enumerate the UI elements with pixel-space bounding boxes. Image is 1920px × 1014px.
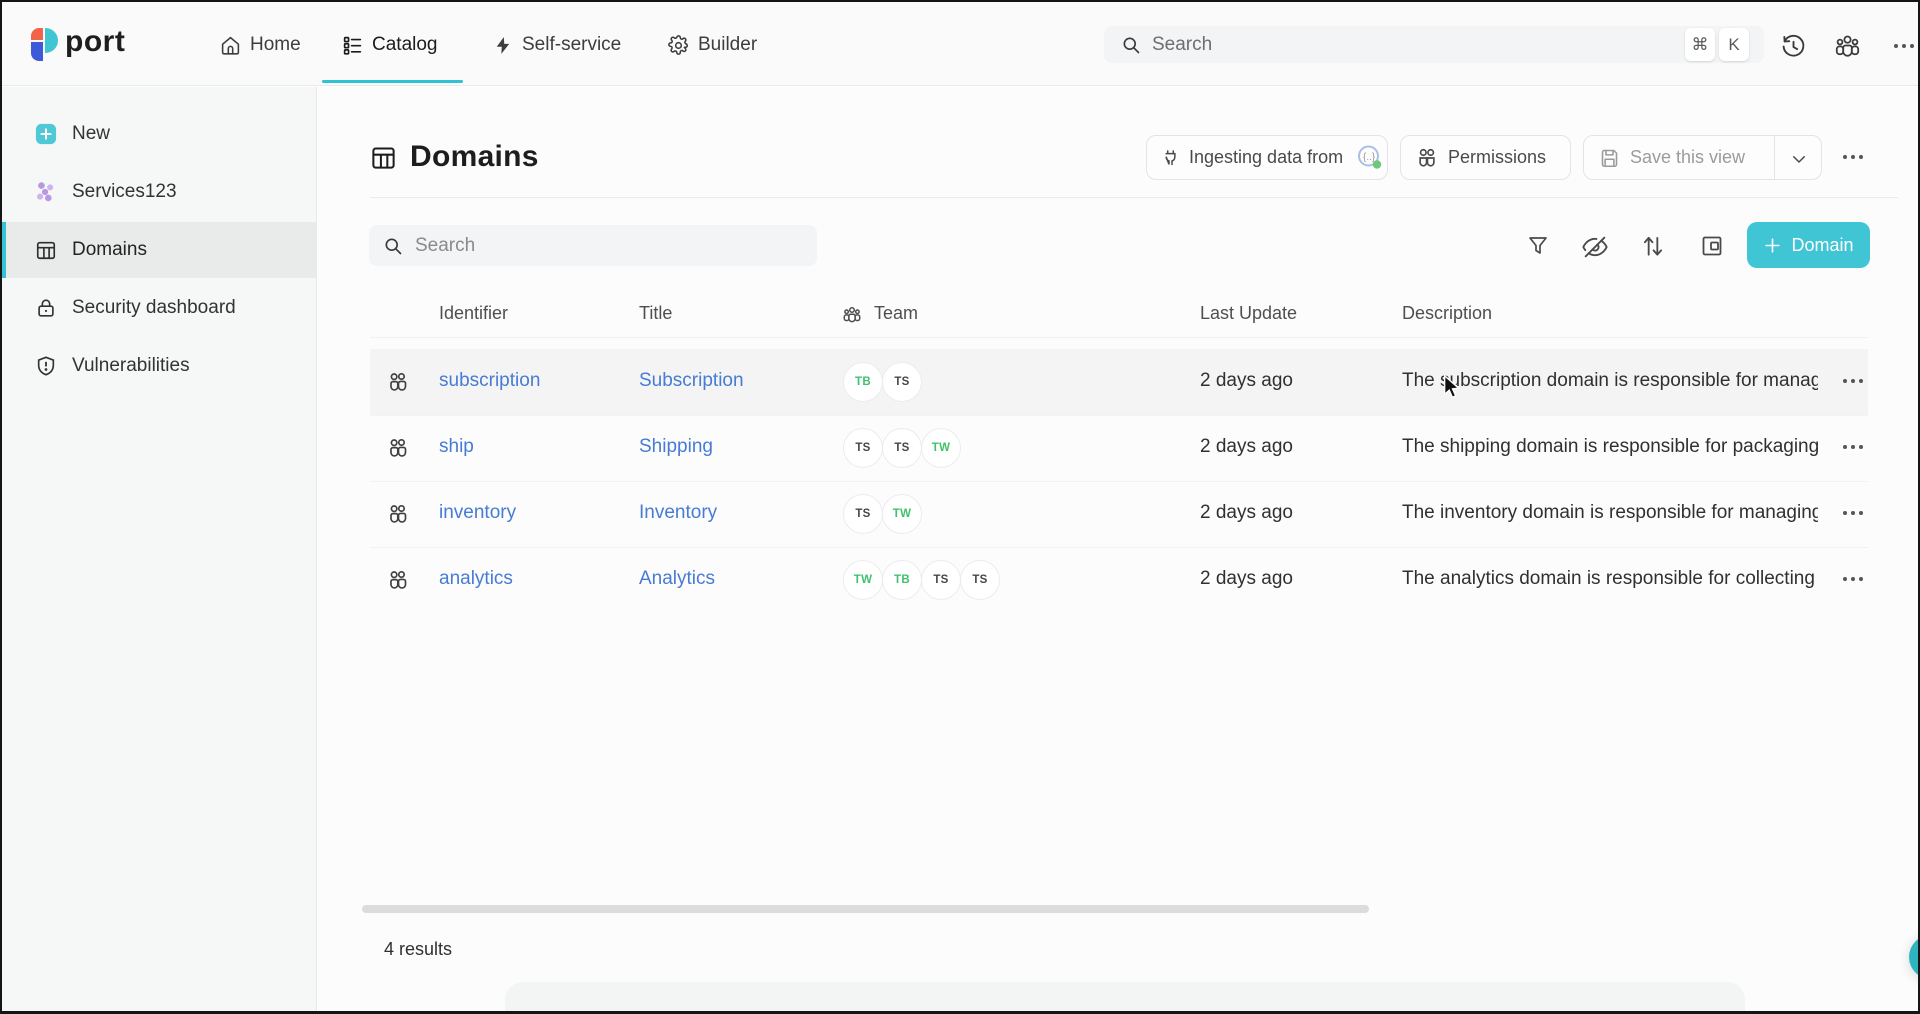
svg-text:{..}: {..}	[1363, 152, 1376, 163]
